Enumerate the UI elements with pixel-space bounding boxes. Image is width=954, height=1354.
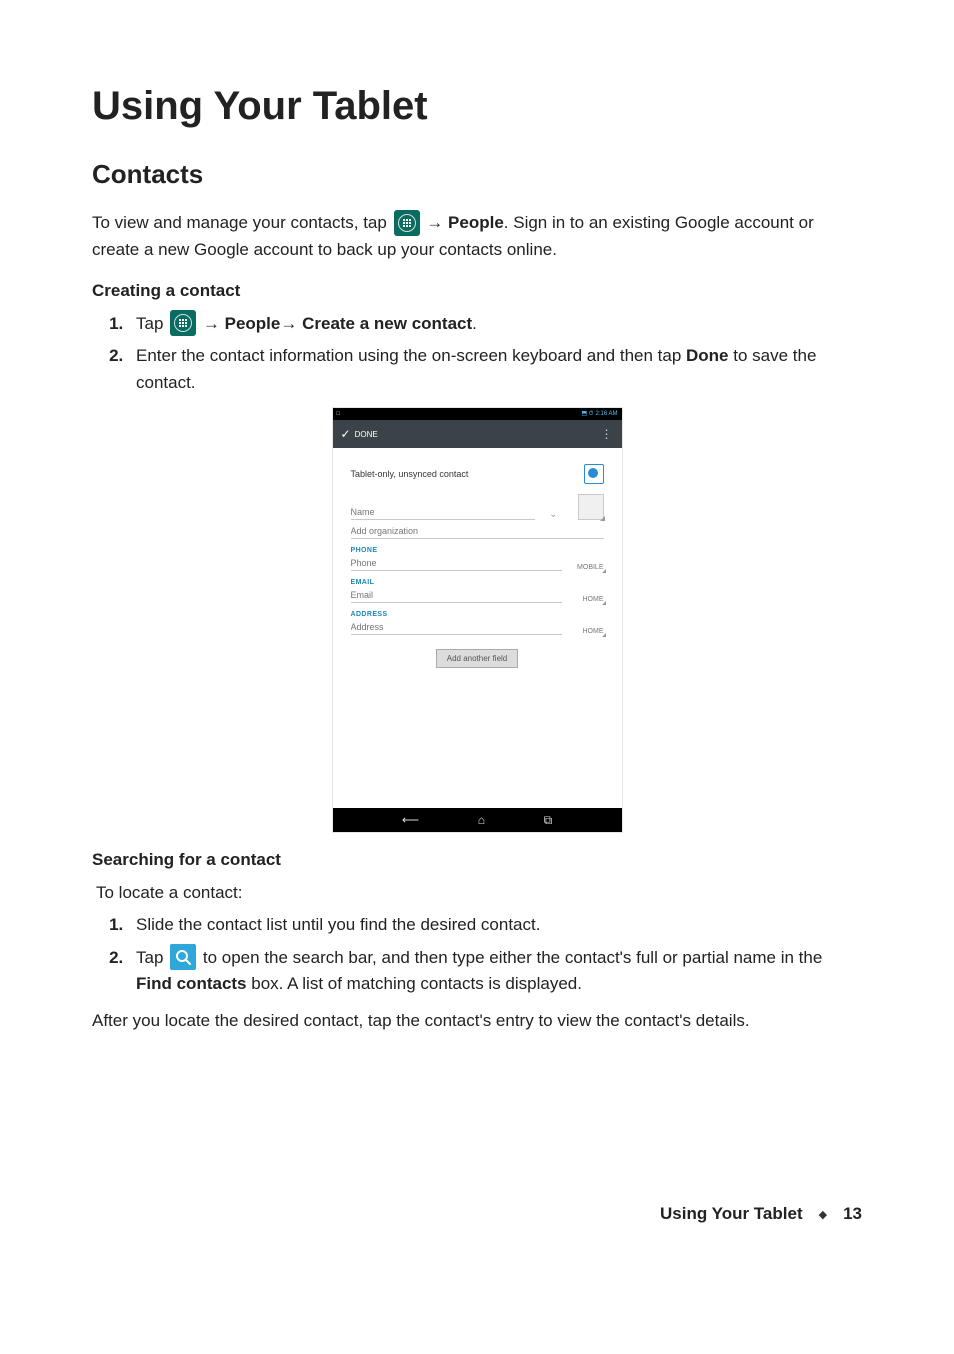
subheading-searching: Searching for a contact: [92, 850, 862, 870]
step1-end: .: [472, 314, 477, 333]
add-another-field-button[interactable]: Add another field: [436, 649, 519, 668]
intro-people: People: [448, 213, 504, 232]
intro-before: To view and manage your contacts, tap: [92, 213, 392, 232]
apps-grid-icon: [394, 210, 420, 236]
step2-done: Done: [686, 346, 729, 365]
s2-after2: box. A list of matching contacts is disp…: [247, 974, 582, 993]
address-type-selector[interactable]: HOME: [572, 628, 604, 635]
intro-arrow: →: [426, 213, 448, 232]
page-footer: Using Your Tablet ◆ 13: [660, 1204, 862, 1224]
recents-icon[interactable]: ⧉: [544, 813, 553, 828]
searching-after: After you locate the desired contact, ta…: [92, 1008, 862, 1034]
creating-step-2: Enter the contact information using the …: [128, 343, 862, 396]
s2-bold: Find contacts: [136, 974, 247, 993]
searching-lead: To locate a contact:: [96, 880, 862, 906]
account-type-label: Tablet-only, unsynced contact: [351, 469, 469, 479]
expand-name-icon[interactable]: ⌄: [545, 509, 561, 520]
footer-section-name: Using Your Tablet: [660, 1204, 803, 1224]
check-icon: ✓: [341, 427, 351, 441]
section-label-address: ADDRESS: [351, 611, 604, 618]
step1-arrow: →: [280, 314, 302, 333]
android-nav-bar: ⟵ ⌂ ⧉: [333, 808, 622, 832]
step1-mid: →: [203, 314, 225, 333]
apps-grid-icon: [170, 310, 196, 336]
footer-page-number: 13: [843, 1204, 862, 1224]
section-label-email: EMAIL: [351, 579, 604, 586]
page-title: Using Your Tablet: [92, 84, 862, 129]
address-input[interactable]: [351, 620, 562, 635]
searching-step-1: Slide the contact list until you find th…: [128, 912, 862, 938]
phone-input[interactable]: [351, 556, 562, 571]
add-organization-input[interactable]: [351, 524, 604, 539]
status-time: 2:16 AM: [595, 411, 617, 417]
done-label: DONE: [355, 430, 378, 439]
home-icon[interactable]: ⌂: [478, 813, 485, 827]
subheading-creating: Creating a contact: [92, 281, 862, 301]
overflow-menu-icon[interactable]: ⋮: [601, 427, 614, 441]
screenshot-create-contact: □ ⬒ ⏱ 2:16 AM ✓ DONE ⋮ Tablet-only, unsy…: [333, 408, 622, 832]
email-input[interactable]: [351, 588, 562, 603]
step1-before: Tap: [136, 314, 168, 333]
intro-paragraph: To view and manage your contacts, tap → …: [92, 210, 862, 263]
email-type-selector[interactable]: HOME: [572, 596, 604, 603]
editor-header: ✓ DONE ⋮: [333, 420, 622, 448]
step2-before: Enter the contact information using the …: [136, 346, 686, 365]
step1-create: Create a new contact: [302, 314, 472, 333]
status-icons: ⬒ ⏱: [581, 410, 593, 418]
section-label-phone: PHONE: [351, 547, 604, 554]
s2-after1: to open the search bar, and then type ei…: [203, 948, 822, 967]
search-icon: [170, 944, 196, 970]
contact-photo-picker[interactable]: [578, 494, 604, 520]
searching-step-2: Tap to open the search bar, and then typ…: [128, 945, 862, 998]
s2-before: Tap: [136, 948, 168, 967]
creating-step-1: Tap → People→ Create a new contact.: [128, 311, 862, 338]
done-button[interactable]: ✓ DONE: [341, 427, 378, 441]
android-status-bar: □ ⬒ ⏱ 2:16 AM: [333, 408, 622, 420]
section-heading-contacts: Contacts: [92, 159, 862, 190]
step1-people: People: [225, 314, 281, 333]
status-left: □: [337, 411, 341, 417]
footer-diamond-icon: ◆: [819, 1208, 827, 1221]
phone-type-selector[interactable]: MOBILE: [572, 564, 604, 571]
back-icon[interactable]: ⟵: [402, 813, 419, 827]
contact-badge-icon: [584, 464, 604, 484]
name-input[interactable]: [351, 505, 536, 520]
